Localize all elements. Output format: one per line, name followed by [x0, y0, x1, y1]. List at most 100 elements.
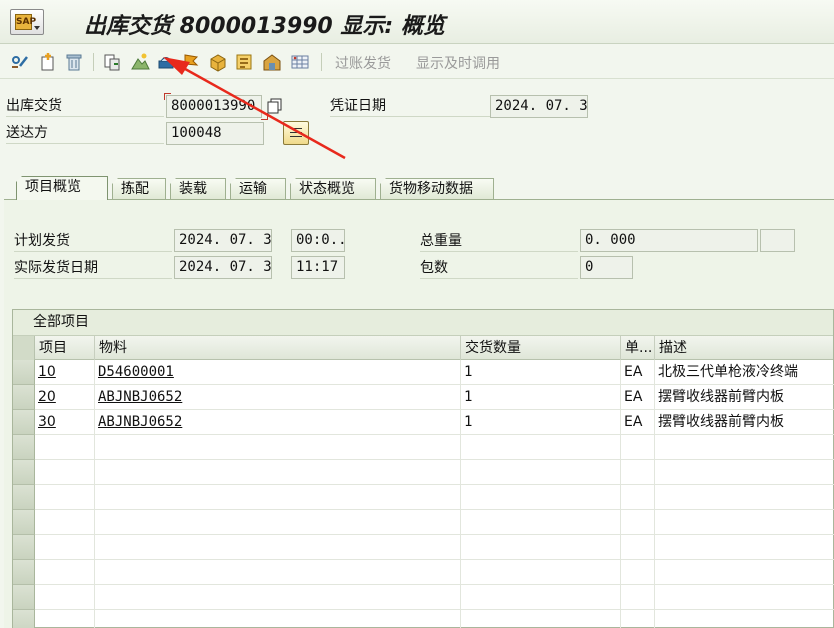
empty-cell — [35, 435, 95, 460]
empty-cell — [35, 585, 95, 610]
packages-field[interactable]: 0 — [580, 256, 633, 279]
planned-gi-date-field[interactable]: 2024. 07. 30 — [174, 229, 272, 252]
title-bar: SAP 出库交货 8000013990 显示: 概览 — [0, 0, 834, 44]
actual-gi-label: 实际发货日期 — [14, 257, 172, 279]
toolbar-separator — [321, 53, 322, 71]
planned-gi-time-field[interactable]: 00:0... — [291, 229, 345, 252]
flag-icon[interactable] — [182, 52, 202, 72]
empty-cell — [621, 585, 655, 610]
goods-movement-icon[interactable] — [156, 52, 176, 72]
column-header-unit[interactable]: 单... — [621, 336, 655, 360]
empty-cell — [655, 485, 834, 510]
row-selector[interactable] — [13, 560, 35, 585]
doc-date-field[interactable]: 2024. 07. 30 — [490, 95, 588, 118]
tab-status-overview[interactable]: 状态概览 — [290, 178, 376, 200]
item-number-cell[interactable]: 10 — [35, 360, 95, 385]
app-menu-icon[interactable]: SAP — [10, 9, 44, 35]
material-cell[interactable]: D54600001 — [95, 360, 461, 385]
tab-goods-movement-data[interactable]: 货物移动数据 — [380, 178, 494, 200]
address-info-button[interactable] — [283, 121, 309, 145]
description-cell: 摆臂收线器前臂内板 — [655, 385, 834, 410]
empty-cell — [461, 510, 621, 535]
ship-to-label: 送达方 — [6, 122, 164, 144]
app-icon-label: SAP — [15, 14, 36, 30]
tab-picking[interactable]: 拣配 — [112, 178, 166, 200]
quantity-cell: 1 — [461, 410, 621, 435]
empty-cell — [655, 560, 834, 585]
row-selector[interactable] — [13, 535, 35, 560]
quantity-cell: 1 — [461, 360, 621, 385]
empty-cell — [621, 510, 655, 535]
empty-cell — [35, 485, 95, 510]
row-selector[interactable] — [13, 585, 35, 610]
unit-cell: EA — [621, 385, 655, 410]
display-change-icon[interactable] — [10, 52, 30, 72]
create-icon[interactable] — [38, 52, 58, 72]
column-header-item[interactable]: 项目 — [35, 336, 95, 360]
row-selector[interactable] — [13, 510, 35, 535]
empty-cell — [461, 435, 621, 460]
grid-select-icon[interactable] — [290, 52, 310, 72]
empty-cell — [95, 560, 461, 585]
select-all-button[interactable] — [13, 336, 35, 360]
unit-cell: EA — [621, 410, 655, 435]
application-toolbar: 过账发货 显示及时调用 — [0, 45, 834, 79]
row-selector[interactable] — [13, 385, 35, 410]
row-selector[interactable] — [13, 360, 35, 385]
material-cell[interactable]: ABJNBJ0652 — [95, 385, 461, 410]
weight-unit-field[interactable] — [760, 229, 795, 252]
display-times-button[interactable]: 显示及时调用 — [416, 53, 500, 73]
empty-cell — [655, 610, 834, 628]
table-title: 全部项目 — [13, 310, 833, 336]
description-cell: 摆臂收线器前臂内板 — [655, 410, 834, 435]
column-header-material[interactable]: 物料 — [95, 336, 461, 360]
empty-cell — [655, 510, 834, 535]
empty-cell — [461, 535, 621, 560]
column-header-description[interactable]: 描述 — [655, 336, 834, 360]
empty-cell — [461, 460, 621, 485]
warehouse-icon[interactable] — [262, 52, 282, 72]
copy-icon[interactable] — [267, 98, 283, 114]
packages-label: 包数 — [420, 257, 578, 279]
empty-cell — [655, 585, 834, 610]
tab-transport[interactable]: 运输 — [230, 178, 286, 200]
post-goods-issue-button[interactable]: 过账发货 — [335, 53, 391, 73]
empty-cell — [35, 560, 95, 585]
document-flow-icon[interactable] — [102, 52, 122, 72]
doc-date-label: 凭证日期 — [330, 95, 490, 117]
row-selector[interactable] — [13, 485, 35, 510]
empty-cell — [621, 485, 655, 510]
ship-to-field[interactable]: 100048 — [166, 122, 264, 145]
delivery-number-field[interactable]: 8000013990 — [166, 95, 262, 118]
empty-cell — [621, 610, 655, 628]
row-selector[interactable] — [13, 435, 35, 460]
description-cell: 北极三代单枪液冷终端 — [655, 360, 834, 385]
tab-item-overview[interactable]: 项目概览 — [16, 176, 108, 200]
delivery-label: 出库交货 — [6, 95, 164, 117]
total-weight-field[interactable]: 0. 000 — [580, 229, 758, 252]
unit-cell: EA — [621, 360, 655, 385]
empty-cell — [95, 485, 461, 510]
tab-loading[interactable]: 装载 — [170, 178, 226, 200]
delete-icon[interactable] — [64, 52, 84, 72]
actual-gi-date-field[interactable]: 2024. 07. 30 — [174, 256, 272, 279]
picking-icon[interactable] — [234, 52, 254, 72]
table-header: 项目 物料 交货数量 单... 描述 — [13, 336, 833, 360]
row-selector[interactable] — [13, 610, 35, 628]
row-selector[interactable] — [13, 410, 35, 435]
column-header-quantity[interactable]: 交货数量 — [461, 336, 621, 360]
item-number-cell[interactable]: 30 — [35, 410, 95, 435]
package-icon[interactable] — [208, 52, 228, 72]
empty-cell — [35, 510, 95, 535]
terrain-icon[interactable] — [130, 52, 150, 72]
empty-cell — [461, 485, 621, 510]
empty-cell — [35, 610, 95, 628]
actual-gi-time-field[interactable]: 11:17 — [291, 256, 345, 279]
empty-cell — [35, 535, 95, 560]
row-selector[interactable] — [13, 460, 35, 485]
empty-cell — [95, 610, 461, 628]
empty-cell — [655, 435, 834, 460]
item-number-cell[interactable]: 20 — [35, 385, 95, 410]
material-cell[interactable]: ABJNBJ0652 — [95, 410, 461, 435]
chevron-down-icon — [34, 26, 40, 30]
